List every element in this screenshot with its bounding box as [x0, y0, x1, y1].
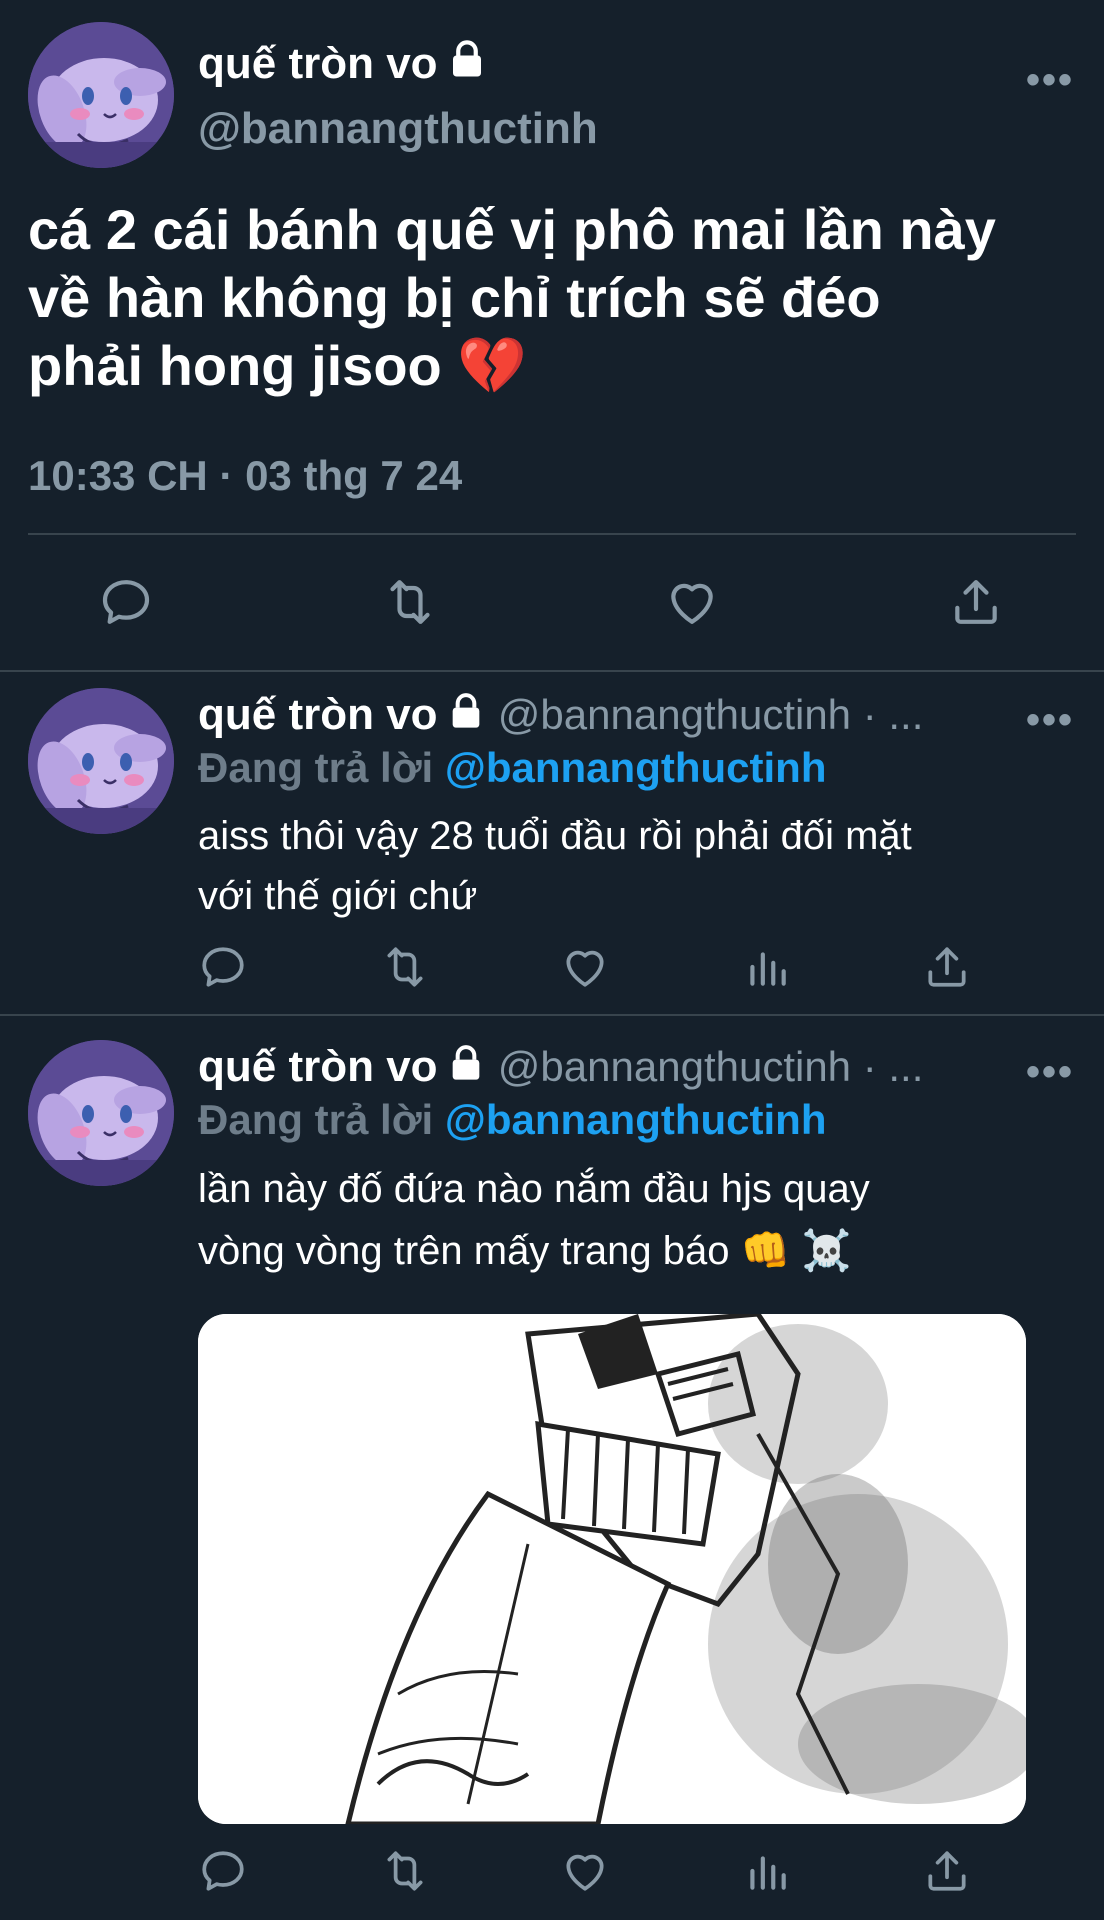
views-icon [742, 942, 792, 992]
avatar[interactable] [28, 22, 174, 168]
divider [0, 670, 1104, 672]
retweet-button[interactable] [378, 942, 432, 997]
reply-header: quế tròn vo @bannangthuctinh · ... [198, 690, 923, 740]
share-icon [922, 1846, 972, 1896]
tweet-text-line: phải hong jisoo 💔 [28, 334, 528, 397]
more-icon[interactable]: ••• [1026, 698, 1074, 743]
replying-label: Đang trả lời [198, 744, 434, 791]
more-icon[interactable]: ••• [1026, 58, 1074, 103]
heart-icon [664, 574, 720, 630]
tweet-text-line: cá 2 cái bánh quế vị phô mai lần này [28, 198, 996, 261]
views-button[interactable] [742, 942, 792, 997]
reply-icon [198, 942, 248, 992]
avatar[interactable] [28, 1040, 174, 1186]
reply-button[interactable] [198, 1846, 248, 1901]
views-button[interactable] [742, 1846, 792, 1901]
timestamp[interactable]: 10:33 CH · 03 thg 7 24 [28, 452, 462, 500]
mention-link[interactable]: @bannangthuctinh [445, 1096, 827, 1143]
display-name[interactable]: quế tròn vo [198, 690, 438, 739]
retweet-button[interactable] [378, 1846, 432, 1901]
tweet-text: cá 2 cái bánh quế vị phô mai lần này về … [28, 196, 1088, 400]
display-name: quế tròn vo [198, 39, 438, 88]
author-name[interactable]: quế tròn vo [198, 38, 488, 89]
replying-label: Đang trả lời [198, 1096, 434, 1143]
reply-icon [198, 1846, 248, 1896]
retweet-button[interactable] [380, 574, 440, 635]
mention-link[interactable]: @bannangthuctinh [445, 744, 827, 791]
retweet-icon [378, 942, 432, 992]
share-button[interactable] [948, 574, 1004, 635]
lock-icon [446, 38, 488, 80]
reply-icon [98, 574, 154, 630]
reply-text-line: lần này đố đứa nào nắm đầu hjs quay [198, 1167, 870, 1211]
share-icon [948, 574, 1004, 630]
replying-to: Đang trả lời @bannangthuctinh [198, 744, 826, 792]
tweet-text-line: về hàn không bị chỉ trích sẽ đéo [28, 266, 881, 329]
like-button[interactable] [560, 1846, 610, 1901]
retweet-icon [380, 574, 440, 630]
retweet-icon [378, 1846, 432, 1896]
like-button[interactable] [560, 942, 610, 997]
share-icon [922, 942, 972, 992]
author-handle[interactable]: @bannangthuctinh [198, 104, 598, 154]
share-button[interactable] [922, 1846, 972, 1901]
reply-text-line: aiss thôi vậy 28 tuổi đầu rồi phải đối m… [198, 814, 912, 858]
author-handle[interactable]: @bannangthuctinh · ... [498, 691, 924, 738]
reply-text-line: vòng vòng trên mấy trang báo 👊 ☠️ [198, 1229, 852, 1273]
divider [0, 1014, 1104, 1016]
more-icon[interactable]: ••• [1026, 1050, 1074, 1095]
divider [28, 533, 1076, 535]
display-name[interactable]: quế tròn vo [198, 1042, 438, 1091]
lock-icon [446, 1043, 486, 1083]
like-button[interactable] [664, 574, 720, 635]
reply-button[interactable] [98, 574, 154, 635]
media-image[interactable] [198, 1314, 1026, 1824]
reply-text-line: với thế giới chứ [198, 874, 478, 918]
reply-header: quế tròn vo @bannangthuctinh · ... [198, 1042, 923, 1092]
lock-icon [446, 691, 486, 731]
share-button[interactable] [922, 942, 972, 997]
reply-button[interactable] [198, 942, 248, 997]
heart-icon [560, 1846, 610, 1896]
avatar[interactable] [28, 688, 174, 834]
replying-to: Đang trả lời @bannangthuctinh [198, 1096, 826, 1144]
views-icon [742, 1846, 792, 1896]
heart-icon [560, 942, 610, 992]
manga-illustration [198, 1314, 1026, 1824]
author-handle[interactable]: @bannangthuctinh · ... [498, 1043, 924, 1090]
reply-text: aiss thôi vậy 28 tuổi đầu rồi phải đối m… [198, 806, 1078, 926]
reply-text: lần này đố đứa nào nắm đầu hjs quay vòng… [198, 1158, 1078, 1282]
